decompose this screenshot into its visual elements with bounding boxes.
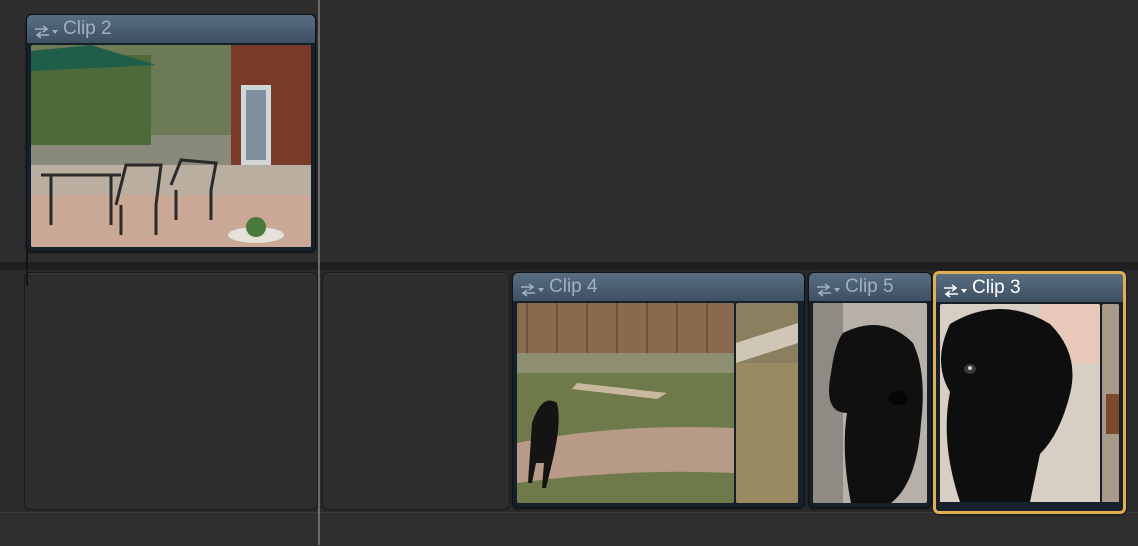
thumbnail-edge-frame (1102, 304, 1119, 507)
audio-lane (0, 512, 1138, 546)
connection-line (26, 248, 28, 286)
clip-filmstrip (813, 303, 927, 503)
retime-menu-icon[interactable] (519, 279, 545, 297)
thumbnail-black-dog (813, 303, 927, 503)
gap-clip[interactable] (24, 272, 318, 510)
clip-name: Clip 3 (972, 277, 1021, 298)
lane-divider (0, 262, 1138, 270)
clip-header: Clip 3 (936, 274, 1123, 302)
clip-name: Clip 5 (845, 276, 894, 297)
gap-clip[interactable] (322, 272, 510, 510)
skimmer-playhead[interactable] (318, 0, 320, 545)
clip-5[interactable]: Clip 5 (808, 272, 932, 508)
retime-menu-icon[interactable] (815, 279, 841, 297)
clip-header: Clip 4 (513, 273, 804, 301)
clip-header: Clip 5 (809, 273, 931, 301)
clip-2[interactable]: Clip 2 (26, 14, 316, 252)
clip-filmstrip (517, 303, 800, 503)
clip-3[interactable]: Clip 3 (933, 271, 1126, 514)
thumbnail-garden-path (736, 303, 798, 503)
timeline[interactable]: Clip 2 Clip 4 Clip 5 Clip 3 (0, 0, 1138, 546)
clip-4[interactable]: Clip 4 (512, 272, 805, 508)
thumbnail-black-dog-face (940, 304, 1100, 507)
thumbnail-backyard-patio (31, 45, 311, 247)
clip-name: Clip 4 (549, 276, 598, 297)
clip-filmstrip (31, 45, 311, 247)
clip-header: Clip 2 (27, 15, 315, 43)
retime-menu-icon[interactable] (33, 21, 59, 39)
clip-name: Clip 2 (63, 18, 112, 39)
clip-filmstrip (940, 304, 1119, 507)
retime-menu-icon[interactable] (942, 280, 968, 298)
thumbnail-dog-on-path (517, 303, 734, 503)
